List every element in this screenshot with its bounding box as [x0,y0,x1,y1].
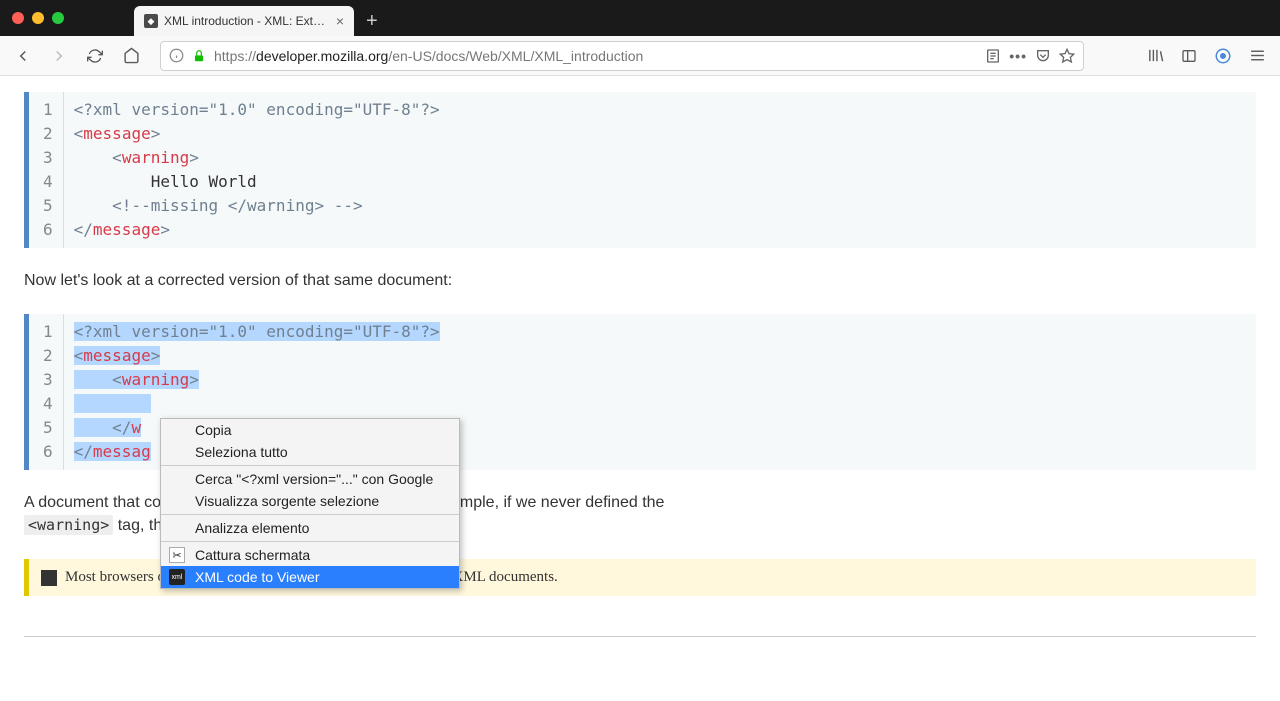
tab-favicon-icon: ◆ [144,14,158,28]
code-content[interactable]: <?xml version="1.0" encoding="UTF-8"?> <… [64,92,450,248]
pocket-icon[interactable] [1035,48,1051,64]
url-text: https://developer.mozilla.org/en-US/docs… [214,48,977,64]
screenshot-icon: ✂ [169,547,185,563]
page-content: 1 2 3 4 5 6 <?xml version="1.0" encoding… [0,76,1280,701]
xml-icon: xml [169,569,185,585]
tab-title: XML introduction - XML: Extens [164,14,330,28]
reader-mode-icon[interactable] [985,48,1001,64]
context-menu-xml-viewer[interactable]: xml XML code to Viewer [161,566,459,588]
bookmark-star-icon[interactable] [1059,48,1075,64]
close-window-button[interactable] [12,12,24,24]
note-icon [41,570,57,586]
context-menu-view-source[interactable]: Visualizza sorgente selezione [161,490,459,512]
window-controls [12,12,64,24]
context-menu-copy[interactable]: Copia [161,419,459,441]
close-tab-icon[interactable]: × [336,13,344,29]
context-menu-inspect[interactable]: Analizza elemento [161,517,459,539]
library-icon[interactable] [1140,41,1170,71]
line-gutter: 1 2 3 4 5 6 [29,314,64,470]
inline-code-warning: <warning> [24,515,113,535]
sidebar-icon[interactable] [1174,41,1204,71]
forward-button[interactable] [44,41,74,71]
context-menu: Copia Seleziona tutto Cerca "<?xml versi… [160,418,460,589]
browser-toolbar: https://developer.mozilla.org/en-US/docs… [0,36,1280,76]
context-menu-separator [161,465,459,466]
code-block-invalid: 1 2 3 4 5 6 <?xml version="1.0" encoding… [24,92,1256,248]
section-divider [24,636,1256,637]
context-menu-search-google[interactable]: Cerca "<?xml version="..." con Google [161,468,459,490]
maximize-window-button[interactable] [52,12,64,24]
site-info-icon[interactable] [169,48,184,63]
home-button[interactable] [116,41,146,71]
context-menu-separator [161,514,459,515]
line-gutter: 1 2 3 4 5 6 [29,92,64,248]
extension-icon[interactable] [1208,41,1238,71]
context-menu-select-all[interactable]: Seleziona tutto [161,441,459,463]
page-actions-icon[interactable]: ••• [1009,48,1027,64]
menu-icon[interactable] [1242,41,1272,71]
reload-button[interactable] [80,41,110,71]
address-bar[interactable]: https://developer.mozilla.org/en-US/docs… [160,41,1084,71]
context-menu-separator [161,541,459,542]
browser-tab[interactable]: ◆ XML introduction - XML: Extens × [134,6,354,36]
lock-icon[interactable] [192,49,206,63]
new-tab-button[interactable]: + [366,6,378,36]
tab-strip: ◆ XML introduction - XML: Extens × + [134,0,378,36]
prose-correction-intro: Now let's look at a corrected version of… [24,270,1256,292]
window-titlebar: ◆ XML introduction - XML: Extens × + [0,0,1280,36]
back-button[interactable] [8,41,38,71]
toolbar-right [1140,41,1272,71]
minimize-window-button[interactable] [32,12,44,24]
context-menu-screenshot[interactable]: ✂ Cattura schermata [161,544,459,566]
